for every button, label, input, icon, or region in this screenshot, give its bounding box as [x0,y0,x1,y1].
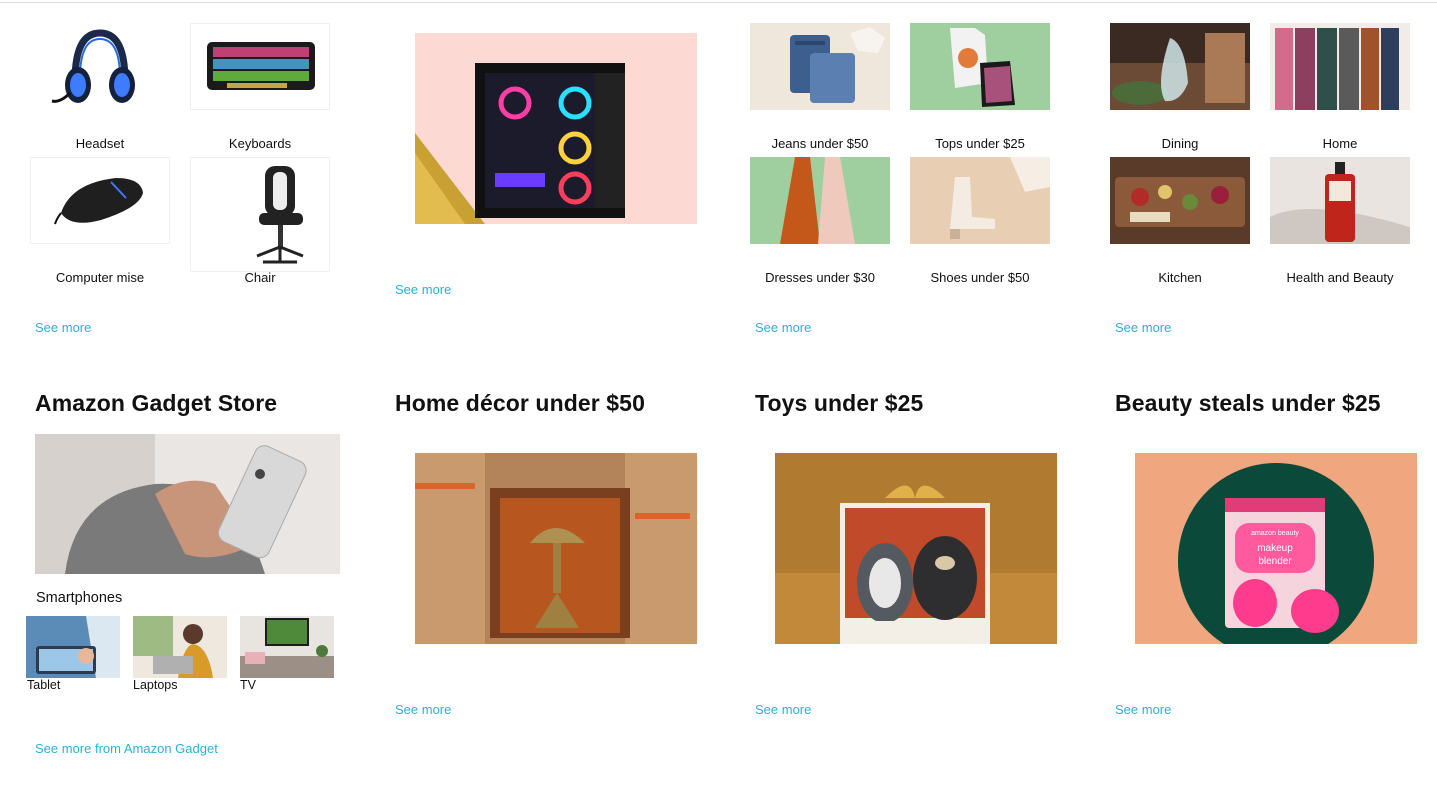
kitchen-label[interactable]: Kitchen [1110,270,1250,285]
tv-image[interactable] [240,616,334,678]
tablet-label[interactable]: Tablet [27,678,60,692]
jeans-label[interactable]: Jeans under $50 [750,136,890,151]
dresses-image[interactable] [750,157,890,244]
keyboard-image[interactable] [190,23,330,110]
smartphones-image[interactable] [35,434,340,574]
shoes-image[interactable] [910,157,1050,244]
headset-image[interactable] [30,23,170,110]
headset-label[interactable]: Headset [30,136,170,151]
see-more-link[interactable]: See more [1115,702,1171,717]
toys-image[interactable] [775,453,1057,644]
home-decor-image[interactable] [415,453,697,644]
gaming-pc-image[interactable] [415,33,697,224]
see-more-link[interactable]: See more [395,702,451,717]
health-beauty-label[interactable]: Health and Beauty [1270,270,1410,285]
keyboards-label[interactable]: Keyboards [190,136,330,151]
health-beauty-image[interactable] [1270,157,1410,244]
card-title: Beauty steals under $25 [1115,390,1381,416]
shoes-label[interactable]: Shoes under $50 [910,270,1050,285]
tops-image[interactable] [910,23,1050,110]
dresses-label[interactable]: Dresses under $30 [750,270,890,285]
computer-mouse-label[interactable]: Computer mise [30,270,170,285]
kitchen-image[interactable] [1110,157,1250,244]
chair-image[interactable] [190,157,330,272]
see-more-link[interactable]: See more [755,320,811,335]
card-title: Toys under $25 [755,390,924,416]
see-more-link[interactable]: See more [1115,320,1171,335]
makeup-line2-text: blender [1258,556,1292,567]
card-title: Home décor under $50 [395,390,645,416]
dining-label[interactable]: Dining [1110,136,1250,151]
makeup-brand-text: amazon beauty [1251,530,1299,537]
smartphones-label[interactable]: Smartphones [36,590,122,606]
chair-label[interactable]: Chair [190,270,330,285]
home-image[interactable] [1270,23,1410,110]
tops-label[interactable]: Tops under $25 [910,136,1050,151]
beauty-image[interactable]: amazon beauty makeup blender [1135,453,1417,644]
home-label[interactable]: Home [1270,136,1410,151]
tablet-image[interactable] [26,616,120,678]
dining-image[interactable] [1110,23,1250,110]
see-more-link[interactable]: See more [35,320,91,335]
computer-mouse-image[interactable] [30,157,170,244]
top-divider [0,2,1437,3]
jeans-image[interactable] [750,23,890,110]
see-more-link[interactable]: See more [395,282,451,297]
tv-label[interactable]: TV [240,678,256,692]
laptops-label[interactable]: Laptops [133,678,177,692]
makeup-line1-text: makeup [1257,543,1293,554]
see-more-link[interactable]: See more [755,702,811,717]
see-more-gadget-link[interactable]: See more from Amazon Gadget [35,741,218,756]
card-title: Amazon Gadget Store [35,390,278,416]
laptops-image[interactable] [133,616,227,678]
